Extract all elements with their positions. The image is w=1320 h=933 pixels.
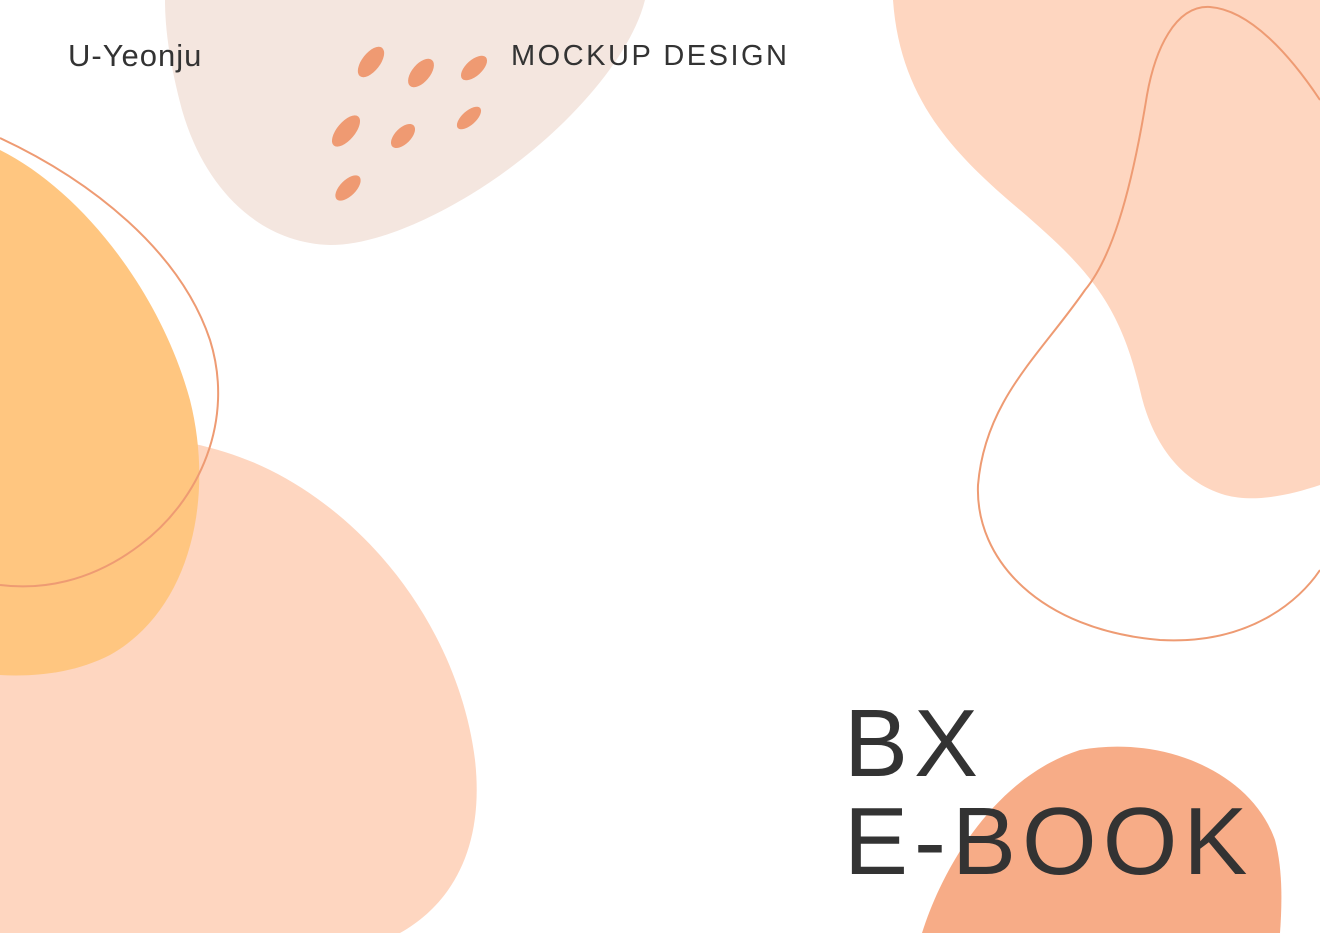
blush-blob (165, 0, 645, 245)
author-name: U-Yeonju (68, 38, 203, 73)
ebook-cover: U-Yeonju MOCKUP DESIGN BX E-BOOK (0, 0, 1320, 933)
book-title: BX E-BOOK (844, 695, 1253, 891)
subtitle: MOCKUP DESIGN (511, 40, 790, 72)
book-title-line-1: BX (844, 690, 985, 797)
book-title-line-2: E-BOOK (844, 788, 1254, 895)
peach-blob-right (893, 0, 1320, 499)
